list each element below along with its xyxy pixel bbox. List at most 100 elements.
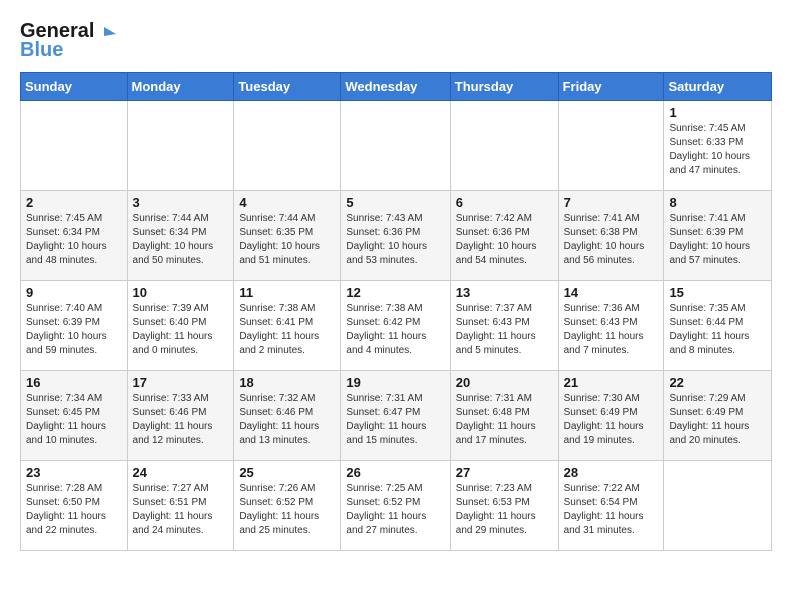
day-number: 19 — [346, 375, 444, 390]
day-cell — [558, 101, 664, 191]
day-cell: 26 Sunrise: 7:25 AM Sunset: 6:52 PM Dayli… — [341, 461, 450, 551]
day-number: 8 — [669, 195, 766, 210]
header: General Blue — [20, 20, 772, 62]
day-cell: 22 Sunrise: 7:29 AM Sunset: 6:49 PM Dayli… — [664, 371, 772, 461]
day-number: 14 — [564, 285, 659, 300]
day-cell: 3 Sunrise: 7:44 AM Sunset: 6:34 PM Daylig… — [127, 191, 234, 281]
day-info: Sunrise: 7:25 AM Sunset: 6:52 PM Dayligh… — [346, 482, 444, 538]
day-info: Sunrise: 7:44 AM Sunset: 6:34 PM Dayligh… — [133, 212, 229, 268]
week-row-3: 16 Sunrise: 7:34 AM Sunset: 6:45 PM Dayli… — [21, 371, 772, 461]
weekday-header-thursday: Thursday — [450, 73, 558, 101]
day-cell: 14 Sunrise: 7:36 AM Sunset: 6:43 PM Dayli… — [558, 281, 664, 371]
day-number: 21 — [564, 375, 659, 390]
logo: General Blue — [20, 20, 116, 62]
day-cell: 17 Sunrise: 7:33 AM Sunset: 6:46 PM Dayli… — [127, 371, 234, 461]
day-info: Sunrise: 7:41 AM Sunset: 6:39 PM Dayligh… — [669, 212, 766, 268]
weekday-header-sunday: Sunday — [21, 73, 128, 101]
day-info: Sunrise: 7:34 AM Sunset: 6:45 PM Dayligh… — [26, 392, 122, 448]
day-cell — [234, 101, 341, 191]
week-row-1: 2 Sunrise: 7:45 AM Sunset: 6:34 PM Daylig… — [21, 191, 772, 281]
weekday-header-friday: Friday — [558, 73, 664, 101]
day-number: 12 — [346, 285, 444, 300]
day-cell: 19 Sunrise: 7:31 AM Sunset: 6:47 PM Dayli… — [341, 371, 450, 461]
day-info: Sunrise: 7:31 AM Sunset: 6:47 PM Dayligh… — [346, 392, 444, 448]
day-cell: 12 Sunrise: 7:38 AM Sunset: 6:42 PM Dayli… — [341, 281, 450, 371]
week-row-4: 23 Sunrise: 7:28 AM Sunset: 6:50 PM Dayli… — [21, 461, 772, 551]
day-cell: 1 Sunrise: 7:45 AM Sunset: 6:33 PM Daylig… — [664, 101, 772, 191]
day-info: Sunrise: 7:40 AM Sunset: 6:39 PM Dayligh… — [26, 302, 122, 358]
day-info: Sunrise: 7:37 AM Sunset: 6:43 PM Dayligh… — [456, 302, 553, 358]
day-info: Sunrise: 7:22 AM Sunset: 6:54 PM Dayligh… — [564, 482, 659, 538]
day-info: Sunrise: 7:28 AM Sunset: 6:50 PM Dayligh… — [26, 482, 122, 538]
week-row-2: 9Sunrise: 7:40 AM Sunset: 6:39 PM Daylig… — [21, 281, 772, 371]
day-number: 26 — [346, 465, 444, 480]
day-number: 27 — [456, 465, 553, 480]
day-number: 15 — [669, 285, 766, 300]
day-info: Sunrise: 7:42 AM Sunset: 6:36 PM Dayligh… — [456, 212, 553, 268]
day-cell — [450, 101, 558, 191]
day-cell: 4 Sunrise: 7:44 AM Sunset: 6:35 PM Daylig… — [234, 191, 341, 281]
day-number: 2 — [26, 195, 122, 210]
day-number: 24 — [133, 465, 229, 480]
day-cell: 13 Sunrise: 7:37 AM Sunset: 6:43 PM Dayli… — [450, 281, 558, 371]
day-info: Sunrise: 7:31 AM Sunset: 6:48 PM Dayligh… — [456, 392, 553, 448]
day-info: Sunrise: 7:41 AM Sunset: 6:38 PM Dayligh… — [564, 212, 659, 268]
day-cell: 9Sunrise: 7:40 AM Sunset: 6:39 PM Daylig… — [21, 281, 128, 371]
day-number: 23 — [26, 465, 122, 480]
day-cell: 28 Sunrise: 7:22 AM Sunset: 6:54 PM Dayli… — [558, 461, 664, 551]
day-number: 10 — [133, 285, 229, 300]
day-cell — [341, 101, 450, 191]
day-info: Sunrise: 7:33 AM Sunset: 6:46 PM Dayligh… — [133, 392, 229, 448]
day-info: Sunrise: 7:44 AM Sunset: 6:35 PM Dayligh… — [239, 212, 335, 268]
day-cell: 21Sunrise: 7:30 AM Sunset: 6:49 PM Dayli… — [558, 371, 664, 461]
day-cell: 8 Sunrise: 7:41 AM Sunset: 6:39 PM Daylig… — [664, 191, 772, 281]
day-number: 28 — [564, 465, 659, 480]
day-cell: 20 Sunrise: 7:31 AM Sunset: 6:48 PM Dayli… — [450, 371, 558, 461]
day-number: 16 — [26, 375, 122, 390]
day-info: Sunrise: 7:45 AM Sunset: 6:34 PM Dayligh… — [26, 212, 122, 268]
day-number: 7 — [564, 195, 659, 210]
day-info: Sunrise: 7:43 AM Sunset: 6:36 PM Dayligh… — [346, 212, 444, 268]
day-cell: 18Sunrise: 7:32 AM Sunset: 6:46 PM Dayli… — [234, 371, 341, 461]
day-number: 13 — [456, 285, 553, 300]
day-cell: 24Sunrise: 7:27 AM Sunset: 6:51 PM Dayli… — [127, 461, 234, 551]
day-cell: 2 Sunrise: 7:45 AM Sunset: 6:34 PM Daylig… — [21, 191, 128, 281]
weekday-header-saturday: Saturday — [664, 73, 772, 101]
day-number: 25 — [239, 465, 335, 480]
day-info: Sunrise: 7:26 AM Sunset: 6:52 PM Dayligh… — [239, 482, 335, 538]
day-number: 4 — [239, 195, 335, 210]
day-info: Sunrise: 7:35 AM Sunset: 6:44 PM Dayligh… — [669, 302, 766, 358]
day-cell: 10 Sunrise: 7:39 AM Sunset: 6:40 PM Dayli… — [127, 281, 234, 371]
logo-bird-icon — [96, 22, 116, 42]
day-number: 11 — [239, 285, 335, 300]
weekday-header-wednesday: Wednesday — [341, 73, 450, 101]
day-cell: 25 Sunrise: 7:26 AM Sunset: 6:52 PM Dayli… — [234, 461, 341, 551]
day-cell: 23 Sunrise: 7:28 AM Sunset: 6:50 PM Dayli… — [21, 461, 128, 551]
day-number: 18 — [239, 375, 335, 390]
day-cell: 5 Sunrise: 7:43 AM Sunset: 6:36 PM Daylig… — [341, 191, 450, 281]
day-info: Sunrise: 7:36 AM Sunset: 6:43 PM Dayligh… — [564, 302, 659, 358]
day-number: 1 — [669, 105, 766, 120]
day-info: Sunrise: 7:23 AM Sunset: 6:53 PM Dayligh… — [456, 482, 553, 538]
day-number: 22 — [669, 375, 766, 390]
week-row-0: 1 Sunrise: 7:45 AM Sunset: 6:33 PM Daylig… — [21, 101, 772, 191]
day-info: Sunrise: 7:39 AM Sunset: 6:40 PM Dayligh… — [133, 302, 229, 358]
weekday-header-tuesday: Tuesday — [234, 73, 341, 101]
day-cell: 6Sunrise: 7:42 AM Sunset: 6:36 PM Daylig… — [450, 191, 558, 281]
day-number: 3 — [133, 195, 229, 210]
day-number: 17 — [133, 375, 229, 390]
day-info: Sunrise: 7:45 AM Sunset: 6:33 PM Dayligh… — [669, 122, 766, 178]
day-cell — [21, 101, 128, 191]
day-info: Sunrise: 7:38 AM Sunset: 6:42 PM Dayligh… — [346, 302, 444, 358]
day-cell — [127, 101, 234, 191]
day-number: 5 — [346, 195, 444, 210]
day-cell — [664, 461, 772, 551]
calendar-table: SundayMondayTuesdayWednesdayThursdayFrid… — [20, 72, 772, 551]
day-info: Sunrise: 7:29 AM Sunset: 6:49 PM Dayligh… — [669, 392, 766, 448]
weekday-header-monday: Monday — [127, 73, 234, 101]
day-cell: 11Sunrise: 7:38 AM Sunset: 6:41 PM Dayli… — [234, 281, 341, 371]
day-number: 20 — [456, 375, 553, 390]
day-cell: 15 Sunrise: 7:35 AM Sunset: 6:44 PM Dayli… — [664, 281, 772, 371]
day-cell: 7 Sunrise: 7:41 AM Sunset: 6:38 PM Daylig… — [558, 191, 664, 281]
logo-blue: Blue — [20, 39, 63, 62]
